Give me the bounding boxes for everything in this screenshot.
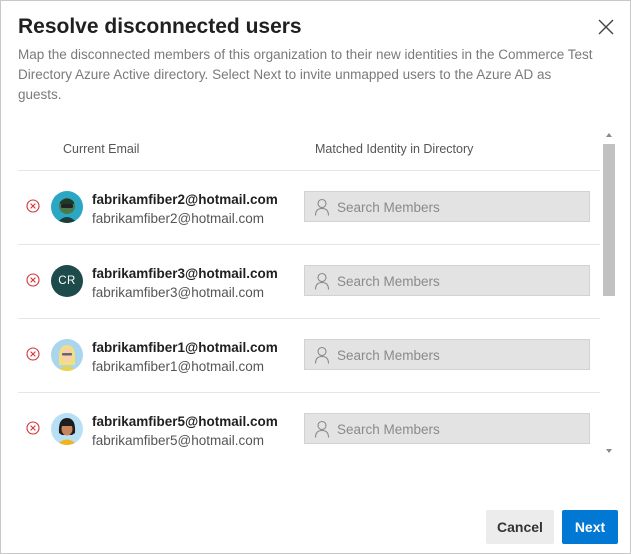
dialog-title: Resolve disconnected users [18,15,302,38]
remove-icon[interactable] [26,347,40,361]
member-search-box[interactable] [304,265,590,296]
person-icon [314,198,330,216]
user-list: fabrikamfiber2@hotmail.com fabrikamfiber… [18,171,600,463]
member-search-box[interactable] [304,339,590,370]
avatar: CR [51,265,83,297]
scroll-down-arrow-icon[interactable] [606,449,612,453]
person-icon [314,346,330,364]
next-button[interactable]: Next [562,510,618,544]
user-name: fabrikamfiber3@hotmail.com [92,266,278,281]
table-row: fabrikamfiber5@hotmail.com fabrikamfiber… [18,393,600,463]
avatar [51,191,83,223]
remove-icon[interactable] [26,199,40,213]
dialog-description: Map the disconnected members of this org… [18,47,593,102]
user-email: fabrikamfiber1@hotmail.com [92,359,265,374]
scrollbar-thumb[interactable] [603,144,615,296]
avatar [51,339,83,371]
user-email: fabrikamfiber2@hotmail.com [92,211,265,226]
table-row: fabrikamfiber1@hotmail.com fabrikamfiber… [18,319,600,393]
member-search-box[interactable] [304,413,590,444]
remove-icon[interactable] [26,273,40,287]
user-email: fabrikamfiber3@hotmail.com [92,285,265,300]
user-name: fabrikamfiber1@hotmail.com [92,340,278,355]
table-row: fabrikamfiber2@hotmail.com fabrikamfiber… [18,171,600,245]
cancel-button[interactable]: Cancel [486,510,554,544]
remove-icon[interactable] [26,421,40,435]
member-search-box[interactable] [304,191,590,222]
search-members-input[interactable] [337,344,577,366]
search-members-input[interactable] [337,270,577,292]
user-name: fabrikamfiber5@hotmail.com [92,414,278,429]
column-header-current-email: Current Email [63,142,140,156]
search-members-input[interactable] [337,196,577,218]
avatar [51,413,83,445]
resolve-users-dialog: Resolve disconnected users Map the disco… [0,0,631,554]
search-members-input[interactable] [337,418,577,440]
close-icon[interactable] [594,15,618,39]
person-icon [314,272,330,290]
table-row: CR fabrikamfiber3@hotmail.com fabrikamfi… [18,245,600,319]
user-email: fabrikamfiber5@hotmail.com [92,433,265,448]
user-name: fabrikamfiber2@hotmail.com [92,192,278,207]
column-header-matched-identity: Matched Identity in Directory [315,142,474,156]
scroll-up-arrow-icon[interactable] [606,133,612,137]
person-icon [314,420,330,438]
vertical-scrollbar[interactable] [602,127,616,461]
